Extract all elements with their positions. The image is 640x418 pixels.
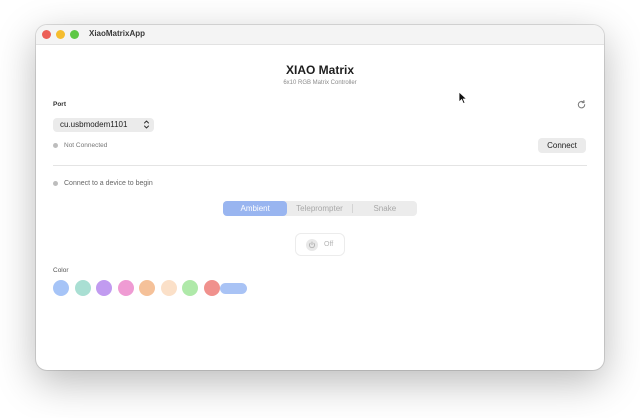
chevron-updown-icon: [144, 120, 149, 129]
connect-button[interactable]: Connect: [538, 138, 586, 153]
color-swatch-6[interactable]: [160, 280, 177, 296]
window-title: XiaoMatrixApp: [89, 29, 146, 38]
app-title: XIAO Matrix: [285, 63, 354, 77]
connection-status-text: Not Connected: [64, 142, 108, 149]
app-window: XiaoMatrixApp XIAO Matrix 6x10 RGB Matri…: [36, 25, 604, 370]
divider: [53, 165, 587, 166]
port-select-value: cu.usbmodem1101: [60, 120, 128, 129]
tab-teleprompter[interactable]: Teleprompter: [287, 201, 351, 216]
port-select[interactable]: cu.usbmodem1101: [53, 118, 154, 132]
connection-status-dot: [53, 143, 58, 148]
color-swatch-2[interactable]: [74, 280, 91, 296]
power-label: Off: [324, 241, 334, 248]
tab-ambient[interactable]: Ambient: [223, 201, 288, 216]
title-bar: XiaoMatrixApp: [36, 25, 604, 45]
hint-text: Connect to a device to begin: [64, 180, 153, 187]
app-subtitle: 6x10 RGB Matrix Controller: [283, 80, 357, 86]
color-swatch-1[interactable]: [53, 280, 69, 296]
close-window-button[interactable]: [42, 30, 51, 39]
selected-color-pill[interactable]: [220, 283, 247, 294]
hint-dot: [53, 181, 58, 186]
power-toggle-button[interactable]: Off: [295, 233, 345, 256]
mode-segmented-control: Ambient Teleprompter Snake: [223, 201, 417, 216]
port-label: Port: [53, 101, 66, 108]
minimize-window-button[interactable]: [56, 30, 65, 39]
color-label: Color: [53, 267, 69, 274]
tab-snake[interactable]: Snake: [353, 201, 417, 216]
color-swatch-8[interactable]: [203, 280, 220, 296]
color-swatch-5[interactable]: [139, 280, 155, 296]
color-swatch-4[interactable]: [117, 280, 134, 296]
color-swatch-3[interactable]: [96, 280, 112, 296]
color-swatch-7[interactable]: [182, 280, 198, 296]
zoom-window-button[interactable]: [70, 30, 79, 39]
power-icon: [306, 239, 318, 251]
refresh-icon[interactable]: [576, 99, 587, 110]
mouse-pointer-icon: [458, 91, 468, 105]
